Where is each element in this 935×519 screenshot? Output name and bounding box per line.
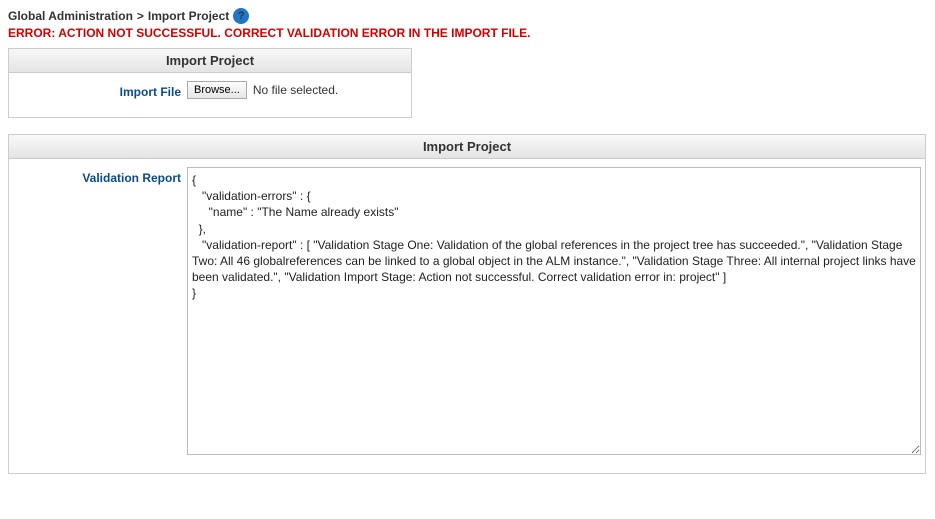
import-file-panel: Import Project Import File Browse... No … bbox=[8, 48, 412, 118]
validation-report-textarea[interactable] bbox=[187, 167, 921, 455]
validation-report-label: Validation Report bbox=[13, 167, 181, 185]
help-icon[interactable]: ? bbox=[233, 8, 249, 24]
import-file-panel-title: Import Project bbox=[9, 49, 411, 73]
import-file-label: Import File bbox=[13, 81, 181, 99]
breadcrumb-parent: Global Administration bbox=[8, 9, 133, 23]
breadcrumb: Global Administration > Import Project ? bbox=[8, 8, 927, 24]
breadcrumb-current: Import Project bbox=[148, 9, 229, 23]
browse-button[interactable]: Browse... bbox=[187, 81, 247, 99]
file-input-group: Browse... No file selected. bbox=[187, 81, 338, 99]
error-message: ERROR: ACTION NOT SUCCESSFUL. CORRECT VA… bbox=[8, 26, 927, 40]
file-status-text: No file selected. bbox=[253, 83, 338, 97]
validation-panel: Import Project Validation Report bbox=[8, 134, 926, 474]
validation-panel-title: Import Project bbox=[9, 135, 925, 159]
breadcrumb-separator: > bbox=[137, 9, 144, 23]
